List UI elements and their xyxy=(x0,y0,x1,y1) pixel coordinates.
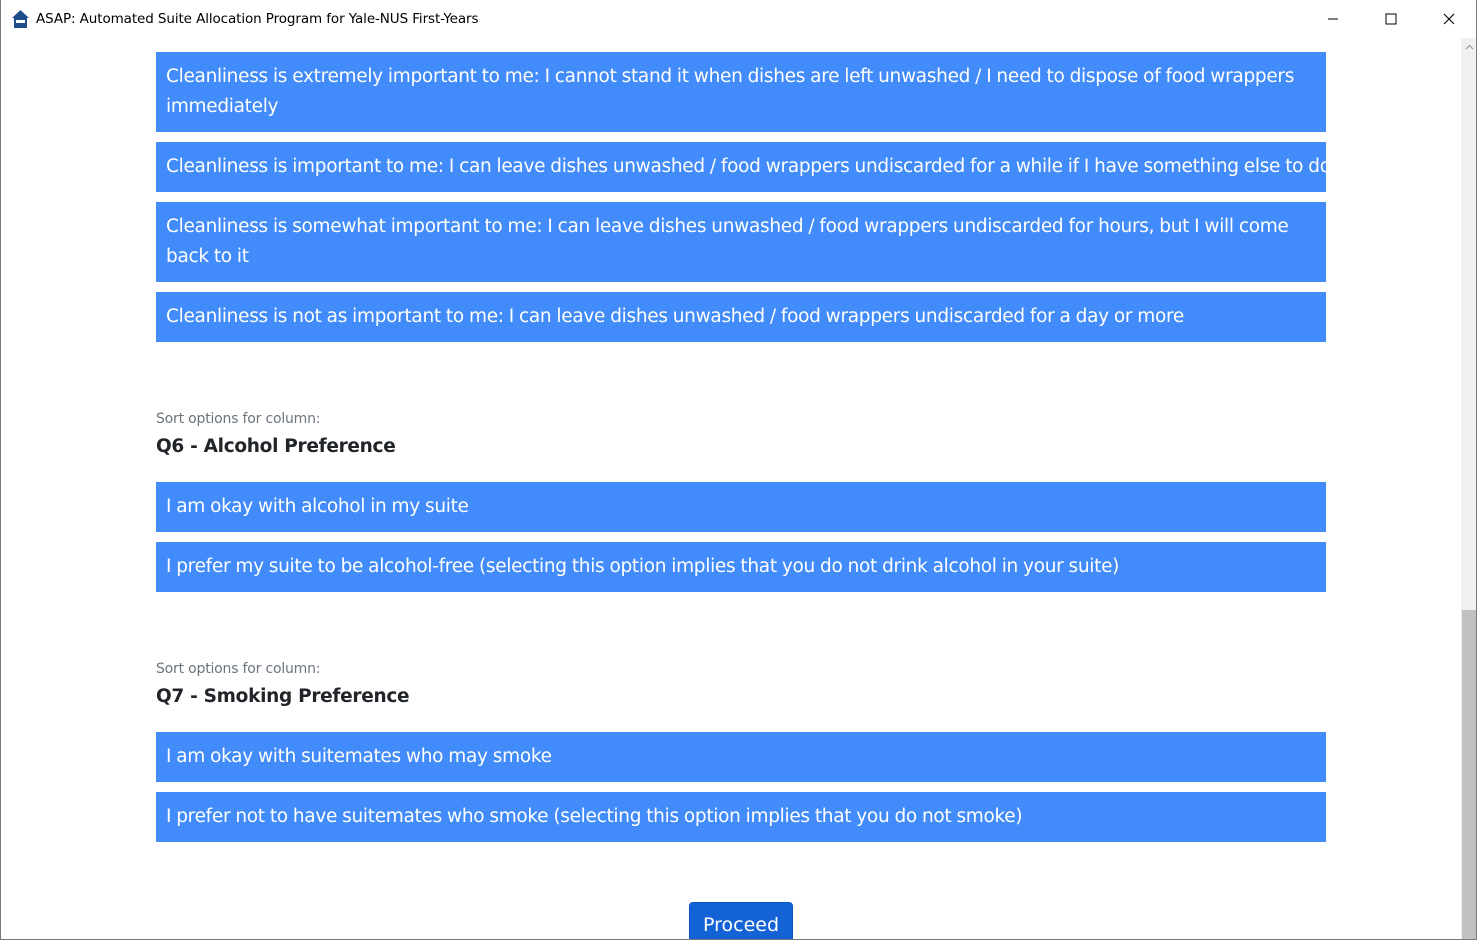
close-button[interactable] xyxy=(1420,0,1476,38)
option-alcohol-free[interactable]: I prefer my suite to be alcohol-free (se… xyxy=(156,542,1326,592)
q6-title: Q6 - Alcohol Preference xyxy=(156,436,396,457)
option-no-smoking[interactable]: I prefer not to have suitemates who smok… xyxy=(156,792,1326,842)
scroll-up-button[interactable] xyxy=(1461,38,1476,55)
title-bar[interactable]: ASAP: Automated Suite Allocation Program… xyxy=(1,0,1476,38)
q7-sort-label: Sort options for column: xyxy=(156,661,321,677)
close-icon xyxy=(1443,13,1455,25)
minimize-icon xyxy=(1328,18,1338,20)
option-cleanliness-important[interactable]: Cleanliness is important to me: I can le… xyxy=(156,142,1331,192)
house-icon xyxy=(12,10,29,28)
option-cleanliness-extremely-important[interactable]: Cleanliness is extremely important to me… xyxy=(156,52,1326,132)
option-alcohol-okay[interactable]: I am okay with alcohol in my suite xyxy=(156,482,1326,532)
minimize-button[interactable] xyxy=(1304,0,1362,38)
q7-title: Q7 - Smoking Preference xyxy=(156,686,410,707)
q6-sort-label: Sort options for column: xyxy=(156,411,321,427)
option-smoking-okay[interactable]: I am okay with suitemates who may smoke xyxy=(156,732,1326,782)
option-cleanliness-not-important[interactable]: Cleanliness is not as important to me: I… xyxy=(156,292,1326,342)
window-title: ASAP: Automated Suite Allocation Program… xyxy=(36,11,479,27)
maximize-icon xyxy=(1385,13,1397,25)
scrollbar-thumb[interactable] xyxy=(1462,610,1476,939)
vertical-scrollbar[interactable] xyxy=(1461,38,1476,939)
chevron-up-icon xyxy=(1465,44,1474,49)
option-cleanliness-somewhat-important[interactable]: Cleanliness is somewhat important to me:… xyxy=(156,202,1326,282)
maximize-button[interactable] xyxy=(1362,0,1420,38)
proceed-button[interactable]: Proceed xyxy=(689,902,793,939)
main-content: Cleanliness is extremely important to me… xyxy=(1,38,1459,939)
app-window: ASAP: Automated Suite Allocation Program… xyxy=(0,0,1477,940)
